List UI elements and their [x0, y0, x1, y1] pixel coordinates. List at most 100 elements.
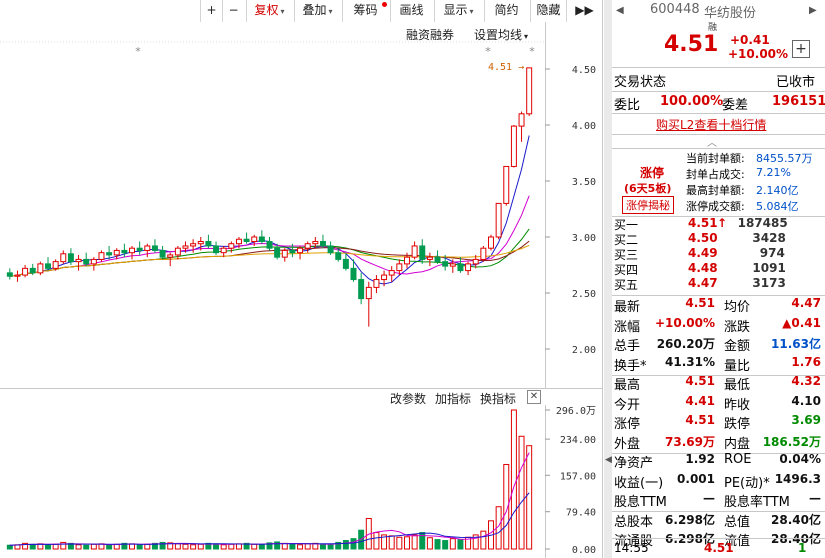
trade-status-label: 交易状态 — [614, 75, 667, 90]
candle-body — [52, 261, 59, 269]
volume-bar — [197, 543, 204, 550]
stat-label: 总股本 — [614, 514, 654, 530]
stat-label: 涨停 — [614, 417, 641, 432]
volume-bar — [235, 543, 242, 550]
candle-body — [289, 249, 296, 254]
candle-body — [151, 245, 158, 251]
candle-body — [465, 263, 472, 272]
price-tick-label: 3.50 — [572, 177, 596, 188]
stat-label: 金额 — [724, 339, 751, 354]
event-star-icon: * — [529, 45, 535, 58]
weibi-value: 100.00% — [660, 94, 724, 109]
candle-body — [426, 256, 433, 260]
volume-bar — [304, 543, 311, 550]
candle-body — [396, 263, 403, 272]
panel-collapse-handle[interactable]: ◀ — [604, 0, 612, 558]
volume-bar — [350, 538, 357, 550]
stat-value: 186.52万 — [762, 434, 821, 449]
candle-body — [220, 247, 227, 254]
price-change-pct: +10.00% — [728, 47, 789, 61]
next-stock-icon[interactable]: ▶ — [809, 5, 817, 16]
candle-body — [174, 247, 181, 256]
volume-tick-label: 157.00 — [560, 471, 596, 482]
limit-stat-label: 最高封单额: — [686, 184, 745, 197]
stat-value: 4.10 — [791, 393, 821, 408]
candle-body — [6, 272, 13, 277]
candle-body — [258, 236, 265, 242]
volume-bar — [480, 530, 487, 550]
volume-bar — [220, 544, 227, 550]
volume-bar — [75, 544, 82, 550]
candle-body — [373, 279, 380, 288]
volume-tick-label: 79.40 — [566, 508, 596, 519]
expand-up-icon[interactable]: ︿ — [707, 134, 717, 149]
stat-label: 最高 — [614, 378, 641, 393]
candle-body — [90, 258, 97, 265]
candle-body — [136, 247, 143, 251]
up-arrow-icon: ↑ — [717, 216, 728, 230]
volume-bar — [52, 543, 59, 550]
price-tick-label: 2.50 — [572, 289, 596, 300]
bid-volume: 974 — [759, 246, 785, 260]
volume-bar — [90, 543, 97, 550]
add-watchlist-button[interactable]: + — [792, 40, 810, 58]
stat-value: — — [809, 491, 821, 505]
candle-body — [350, 267, 357, 281]
limit-stat-label: 涨停成交额: — [686, 200, 745, 213]
stat-label: 最新 — [614, 300, 641, 315]
candle-body — [281, 249, 288, 258]
l2-purchase-link[interactable]: 购买L2查看十档行情 — [656, 116, 766, 133]
volume-bar — [434, 539, 441, 550]
prev-stock-icon[interactable]: ◀ — [616, 5, 624, 16]
event-star-icon: * — [135, 45, 141, 58]
volume-bar — [6, 544, 13, 550]
stat-value: 260.20万 — [656, 337, 715, 351]
stat-value: 4.51 — [685, 413, 715, 427]
candle-body — [457, 263, 464, 272]
candle-body — [37, 263, 44, 274]
candle-body — [251, 236, 258, 242]
stock-code: 600448 — [650, 2, 700, 17]
volume-bar — [373, 532, 380, 550]
volume-bar — [396, 536, 403, 550]
bid-volume: 3428 — [752, 231, 786, 245]
limit-up-label: 涨停 — [640, 166, 665, 180]
candle-body — [419, 245, 426, 260]
chart-area[interactable]: + − 复权 ▾ 叠加 ▾ 筹码 画线 显示 ▾ 简约 隐藏 ▶▶ 融资融券 设置均线 ▾ 改参数 加指标… — [0, 0, 603, 558]
quote-panel: ◀ ◀ ▶ 600448 华纺股份融 4.51 +0.41 +10.00% + 交易状态 已收市委… — [604, 0, 825, 558]
limit-stat-label: 当前封单额: — [686, 152, 745, 165]
limit-stat-value: 7.21% — [756, 166, 791, 179]
stat-value: 4.51 — [685, 374, 715, 388]
collapse-arrow-icon[interactable]: ◀ — [605, 455, 612, 465]
volume-ma5-line — [9, 452, 530, 546]
stat-label: 量比 — [724, 358, 751, 374]
candle-body — [167, 254, 174, 258]
candle-body — [235, 238, 242, 245]
volume-bar — [411, 534, 418, 550]
bid-price: 4.49 — [688, 246, 718, 260]
stat-label: 净资产 — [614, 456, 654, 471]
limit-up-reveal-button[interactable]: 涨停揭秘 — [622, 196, 674, 214]
candle-body — [83, 258, 90, 265]
candle-body — [106, 252, 113, 256]
event-star-icon: * — [485, 45, 491, 58]
stat-value: +10.00% — [654, 315, 715, 330]
stat-label: 总值 — [724, 514, 751, 530]
bid-volume: 187485 — [737, 216, 788, 230]
limit-stat-value: 5.084亿 — [756, 200, 799, 213]
volume-bar — [526, 445, 533, 550]
bid-price: 4.47 — [688, 276, 718, 290]
volume-bar — [129, 543, 136, 550]
stat-value: 4.32 — [791, 374, 821, 388]
stat-value: 28.40亿 — [771, 512, 821, 527]
bid-volume: 3173 — [752, 276, 786, 290]
candle-body — [472, 258, 479, 265]
stat-label: 昨收 — [724, 397, 751, 413]
candle-body — [60, 253, 67, 263]
stat-value: 6.298亿 — [665, 512, 715, 527]
candlestick-chart[interactable]: 4.50 4.00 3.50 3.00 2.50 2.00 * * * 296.0万 234.00 1… — [0, 0, 603, 558]
candle-body — [159, 249, 166, 258]
panel-divider — [612, 148, 825, 149]
stat-value: 0.04% — [779, 452, 821, 466]
volume-bar — [457, 539, 464, 550]
